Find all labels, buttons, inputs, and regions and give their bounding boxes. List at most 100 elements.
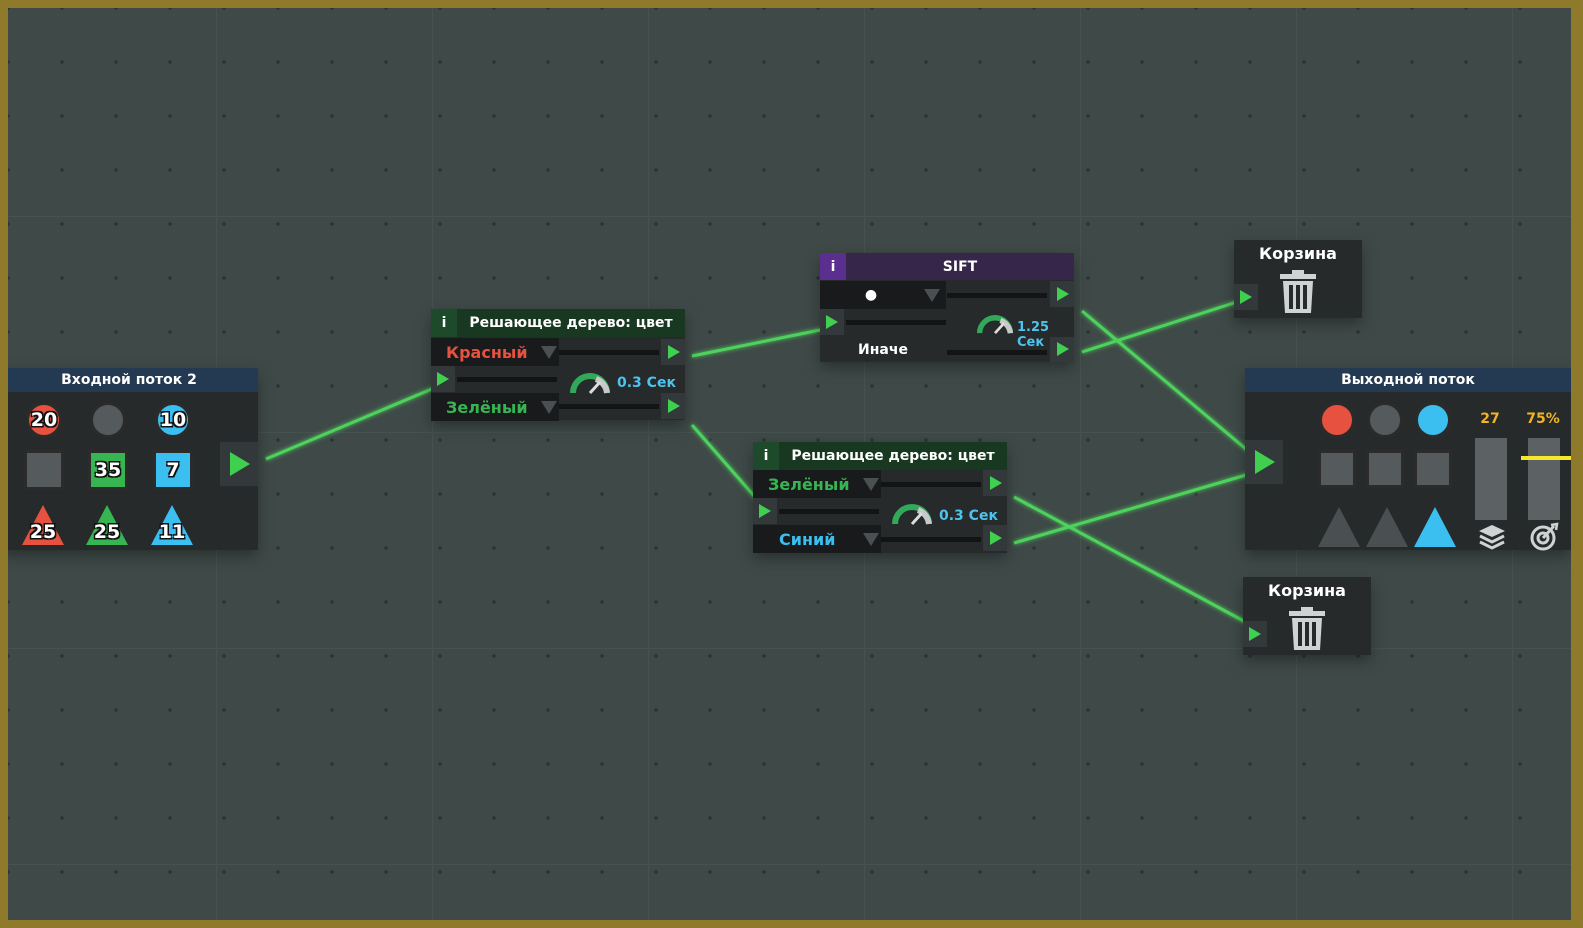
- item-count: 27: [1480, 411, 1500, 427]
- play-arrow-icon: [1249, 627, 1261, 641]
- chevron-down-icon: [541, 346, 557, 359]
- wire-tree1-red-to-sift: [691, 326, 831, 358]
- output-port-else[interactable]: [1050, 337, 1074, 362]
- divider-line: [457, 377, 557, 382]
- gray-triangle-target: [1318, 507, 1360, 547]
- gray-square-target: [1414, 450, 1452, 488]
- divider-line: [559, 350, 659, 355]
- output-port-red[interactable]: [661, 339, 685, 365]
- decision-tree-2-title: Решающее дерево: цвет: [753, 442, 1007, 470]
- decision-tree-node-2[interactable]: Решающее дерево: цвет i Зелёный 0.3 Сек …: [753, 442, 1007, 553]
- gray-triangle-target: [1366, 507, 1408, 547]
- gray-square-target: [1318, 450, 1356, 488]
- play-arrow-icon: [1255, 450, 1275, 474]
- divider-line: [846, 320, 946, 325]
- speed-gauge-icon: [570, 373, 610, 395]
- speed-label: 0.3 Сек: [617, 375, 676, 391]
- gray-circle: [90, 402, 126, 438]
- speed-label: 0.3 Сек: [939, 508, 998, 524]
- input-port[interactable]: [820, 309, 844, 335]
- green-square-count: 35: [88, 450, 128, 490]
- color-dropdown-red[interactable]: Красный: [431, 338, 559, 366]
- input-stream-title: Входной поток 2: [8, 368, 258, 392]
- wire-tree1-green-to-tree2: [690, 424, 764, 506]
- red-circle-target: [1319, 402, 1355, 438]
- blue-triangle-count: 11: [158, 521, 186, 543]
- trash-input-port[interactable]: [1243, 621, 1267, 647]
- output-stream-input-port[interactable]: [1245, 440, 1283, 484]
- output-port-blue[interactable]: [983, 525, 1007, 551]
- chevron-down-icon: [863, 533, 879, 546]
- trash-node-2[interactable]: Корзина: [1243, 577, 1371, 655]
- trash-node-1[interactable]: Корзина: [1234, 240, 1362, 318]
- divider-line: [881, 482, 981, 487]
- trash-icon: [1280, 270, 1316, 313]
- chevron-down-icon: [924, 289, 940, 302]
- info-button[interactable]: i: [820, 253, 846, 280]
- speed-gauge-icon: [892, 504, 932, 526]
- input-port[interactable]: [753, 498, 777, 524]
- decision-tree-1-title: Решающее дерево: цвет: [431, 309, 685, 337]
- gray-circle-target: [1367, 402, 1403, 438]
- target-level-line: [1521, 456, 1571, 460]
- divider-line: [947, 293, 1047, 298]
- play-arrow-icon: [1240, 290, 1252, 304]
- count-bar: [1475, 438, 1507, 520]
- blue-circle-target: [1415, 402, 1451, 438]
- filter-dot-icon: ●: [864, 287, 878, 303]
- output-port-green[interactable]: [983, 470, 1007, 496]
- output-port-green[interactable]: [661, 393, 685, 419]
- chevron-down-icon: [863, 478, 879, 491]
- chevron-down-icon: [541, 401, 557, 414]
- divider-line: [881, 537, 981, 542]
- input-stream-node[interactable]: Входной поток 2 20 10 35 7 25 25 11: [8, 368, 258, 550]
- play-arrow-icon: [437, 372, 449, 386]
- play-arrow-icon: [826, 315, 838, 329]
- play-arrow-icon: [759, 504, 771, 518]
- wire-sift-else-to-trash1: [1081, 298, 1244, 354]
- info-button[interactable]: i: [753, 442, 779, 470]
- input-port[interactable]: [431, 366, 455, 392]
- play-arrow-icon: [1057, 342, 1069, 356]
- color-dropdown-green[interactable]: Зелёный: [753, 470, 881, 498]
- sift-title: SIFT: [820, 253, 1074, 280]
- output-port-match[interactable]: [1050, 281, 1074, 307]
- trash-input-port[interactable]: [1234, 284, 1258, 310]
- decision-tree-1-title-text: Решающее дерево: цвет: [469, 315, 673, 331]
- gray-square: [24, 450, 64, 490]
- play-arrow-icon: [1057, 287, 1069, 301]
- dropdown-value: Красный: [446, 342, 528, 362]
- output-stream-title: Выходной поток: [1245, 368, 1571, 392]
- sift-node[interactable]: SIFT i ● 1.25 Сек Иначе: [820, 253, 1074, 362]
- speed-gauge-icon: [976, 315, 1014, 335]
- accuracy-percent: 75%: [1526, 411, 1560, 427]
- accuracy-bar: [1528, 438, 1560, 520]
- decision-tree-node-1[interactable]: Решающее дерево: цвет i Красный 0.3 Сек …: [431, 309, 685, 421]
- layers-icon: [1479, 525, 1505, 550]
- sift-title-text: SIFT: [942, 258, 978, 275]
- wire-tree2-blue-to-output: [1013, 471, 1254, 545]
- shape-filter-dropdown[interactable]: ●: [820, 281, 946, 309]
- play-arrow-icon: [668, 345, 680, 359]
- decision-tree-2-title-text: Решающее дерево: цвет: [791, 448, 995, 464]
- play-arrow-icon: [990, 476, 1002, 490]
- info-button[interactable]: i: [431, 309, 457, 337]
- play-arrow-icon: [230, 452, 250, 476]
- wire-sift-dot-to-output: [1081, 309, 1254, 457]
- output-stream-node[interactable]: Выходной поток 27 75%: [1245, 368, 1571, 551]
- divider-line: [779, 509, 879, 514]
- blue-triangle-target: [1414, 507, 1456, 547]
- trash-icon: [1289, 607, 1325, 650]
- color-dropdown-blue[interactable]: Синий: [753, 525, 881, 553]
- wire-tree2-green-to-trash2: [1013, 495, 1254, 628]
- gray-square-target: [1366, 450, 1404, 488]
- play-arrow-icon: [668, 399, 680, 413]
- blue-circle-count: 10: [155, 402, 191, 438]
- workspace-board[interactable]: Входной поток 2 20 10 35 7 25 25 11 Реша…: [0, 0, 1583, 928]
- dropdown-value: Зелёный: [446, 397, 528, 417]
- dropdown-value: Зелёный: [768, 474, 850, 494]
- input-stream-output-port[interactable]: [220, 442, 258, 486]
- trash-2-title: Корзина: [1268, 581, 1346, 600]
- play-arrow-icon: [990, 531, 1002, 545]
- color-dropdown-green[interactable]: Зелёный: [431, 393, 559, 421]
